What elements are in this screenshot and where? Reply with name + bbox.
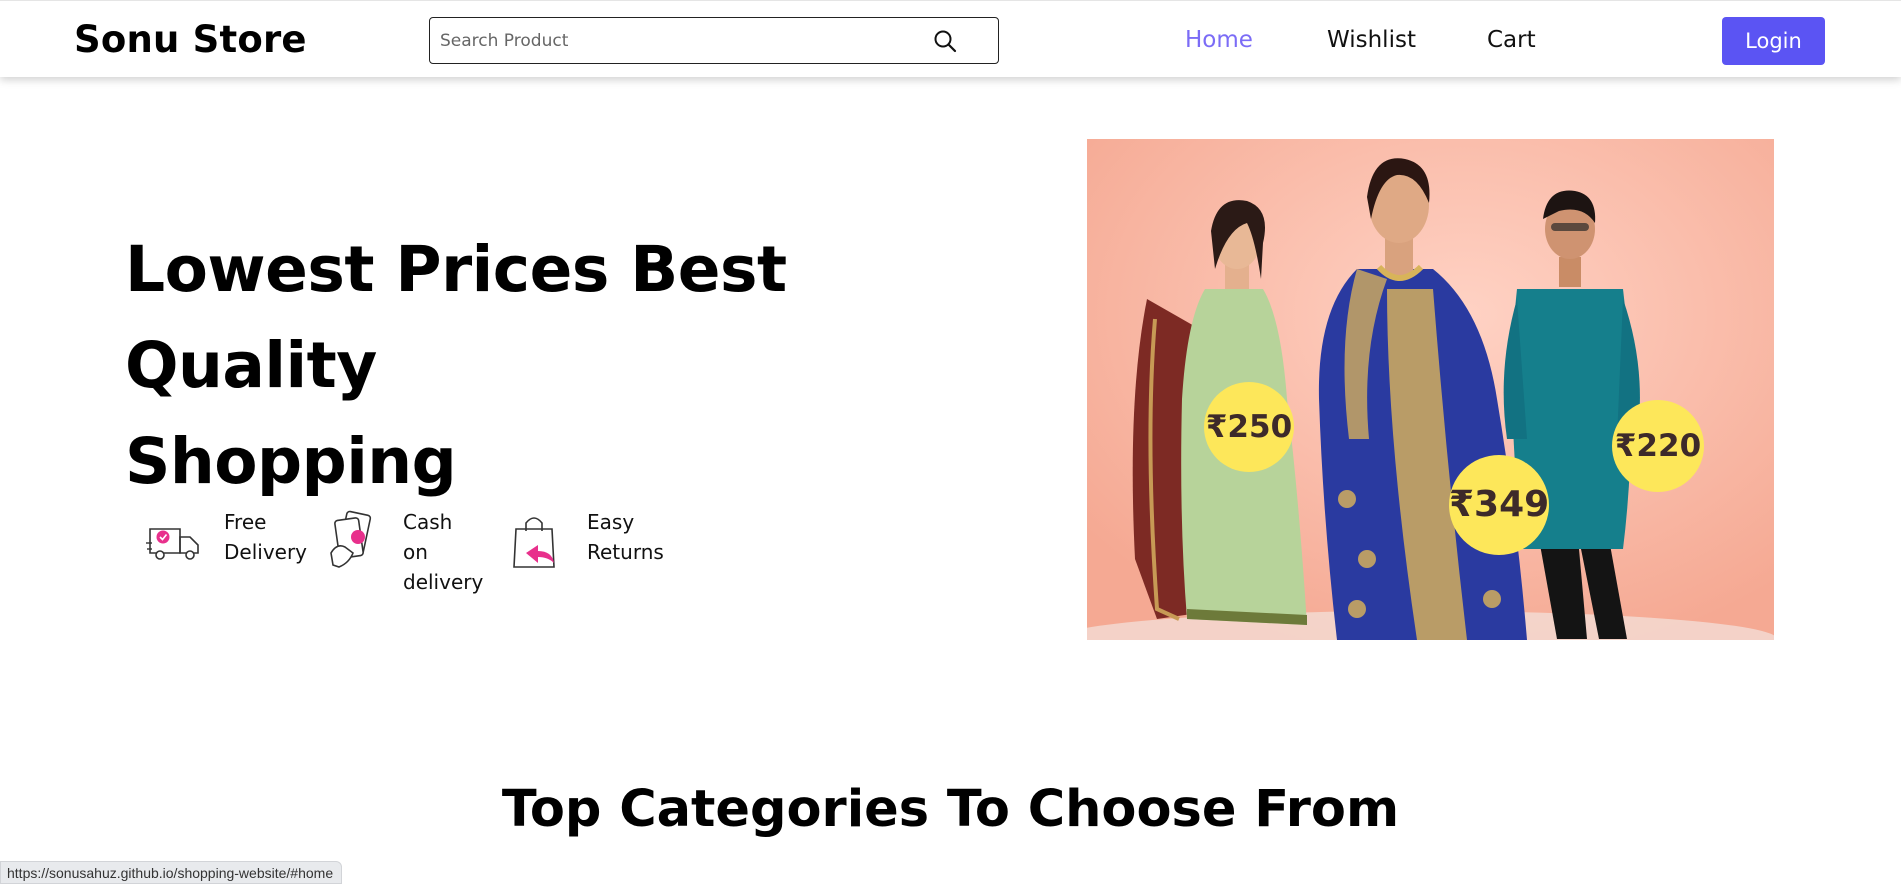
price-tag-220: ₹220 (1612, 400, 1704, 492)
feature-label: Free Delivery (224, 510, 308, 564)
hero-title-line-1: Lowest Prices Best Quality (125, 233, 787, 402)
navbar: Sonu Store Home Wishlist Cart Login (0, 0, 1901, 77)
feature-label: Cash on delivery (403, 510, 484, 594)
login-button[interactable]: Login (1722, 17, 1825, 65)
nav-link-cart[interactable]: Cart (1487, 25, 1536, 55)
nav-link-wishlist[interactable]: Wishlist (1327, 25, 1416, 55)
price-tag-250: ₹250 (1204, 382, 1294, 472)
search-input[interactable] (440, 26, 920, 56)
hero-title-line-2: Shopping (125, 425, 457, 498)
categories-section-title: Top Categories To Choose From (501, 780, 1400, 839)
brand-logo-text[interactable]: Sonu Store (74, 18, 307, 62)
price-tag-349: ₹349 (1449, 455, 1549, 555)
delivery-truck-icon (146, 509, 204, 569)
feature-label: Easy Returns (587, 510, 664, 564)
search-box (429, 17, 999, 64)
cash-on-delivery-icon (325, 509, 383, 569)
easy-returns-icon (510, 509, 568, 569)
nav-link-home[interactable]: Home (1185, 25, 1253, 55)
browser-status-url: https://sonusahuz.github.io/shopping-web… (0, 861, 343, 884)
hero-title: Lowest Prices Best Quality Shopping (125, 222, 1025, 510)
hero-banner-image: ₹250 ₹349 ₹220 (1087, 139, 1774, 640)
search-icon[interactable] (932, 28, 958, 54)
